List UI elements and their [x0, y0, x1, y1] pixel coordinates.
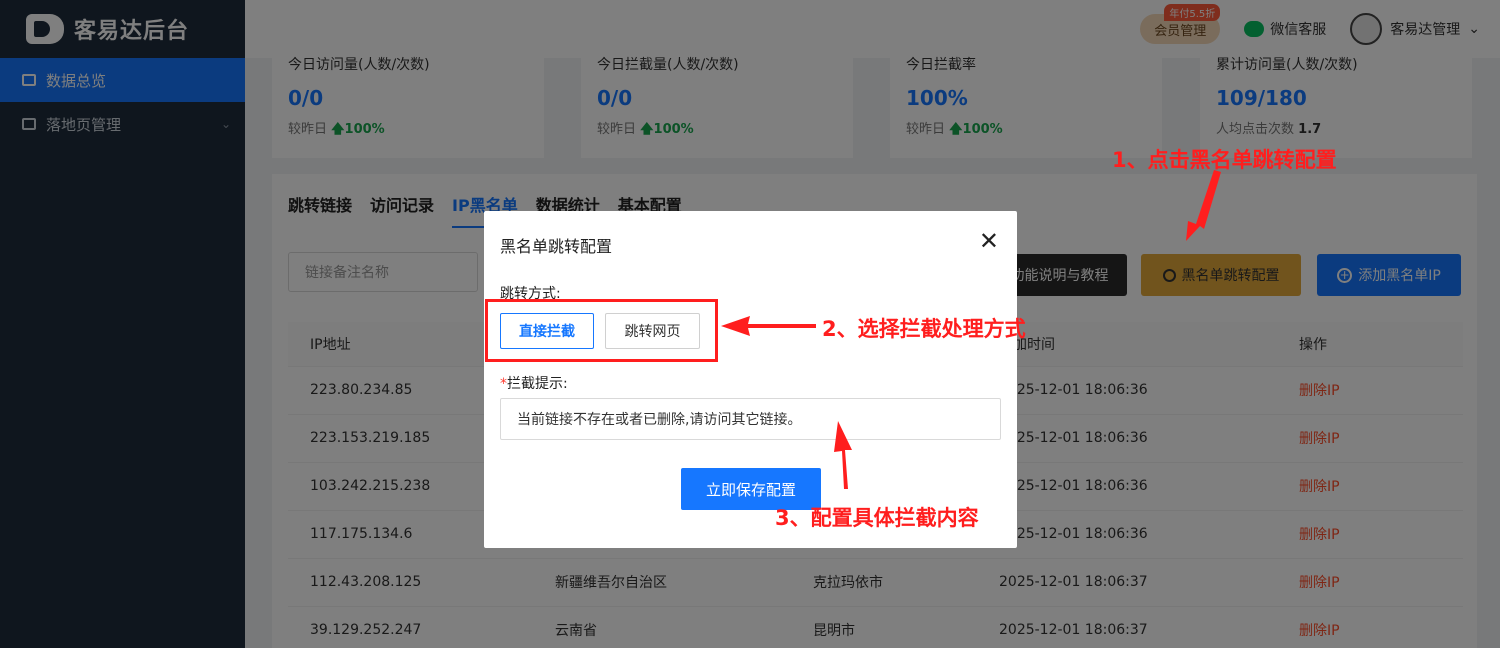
annotation-highlight-box — [485, 299, 718, 362]
tip-label: *拦截提示: — [500, 373, 568, 393]
required-mark: * — [500, 376, 507, 392]
tip-label-text: 拦截提示: — [507, 376, 568, 392]
block-tip-input[interactable]: 当前链接不存在或者已删除,请访问其它链接。 — [500, 398, 1001, 440]
annotation-step2: 2、选择拦截处理方式 — [822, 317, 1026, 341]
blacklist-config-dialog: 黑名单跳转配置 ✕ 跳转方式: 直接拦截 跳转网页 *拦截提示: 当前链接不存在… — [484, 211, 1017, 548]
annotation-step3: 3、配置具体拦截内容 — [775, 506, 979, 530]
dialog-title: 黑名单跳转配置 — [500, 237, 613, 256]
annotation-step1: 1、点击黑名单跳转配置 — [1112, 148, 1337, 172]
close-icon[interactable]: ✕ — [979, 229, 999, 253]
